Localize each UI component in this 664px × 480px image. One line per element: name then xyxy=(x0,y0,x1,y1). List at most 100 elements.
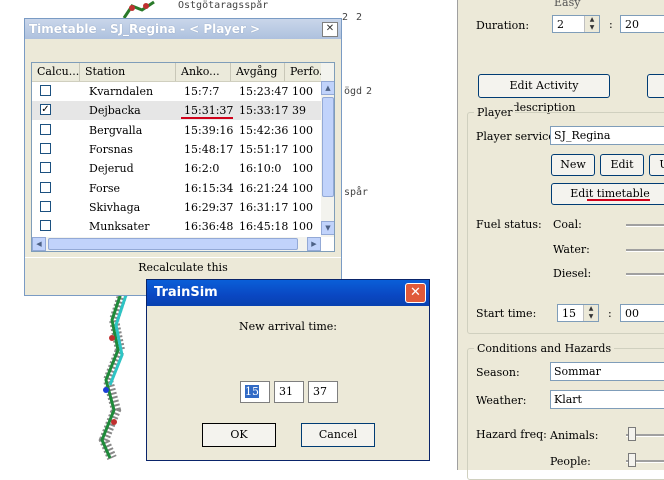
player-service-field[interactable]: SJ_Regina xyxy=(550,126,664,145)
station-cell: Forsnas xyxy=(89,142,133,156)
player-service-label: Player service: xyxy=(476,130,559,143)
duration-hours-stepper[interactable]: 2 ▲ ▼ xyxy=(552,15,600,33)
vertical-scrollbar[interactable]: ▲ ▼ xyxy=(321,63,334,237)
diesel-slider[interactable] xyxy=(626,273,664,276)
scroll-left-icon[interactable]: ◀ xyxy=(32,237,46,251)
station-cell: Bergvalla xyxy=(89,123,143,137)
calculate-checkbox[interactable] xyxy=(40,123,51,135)
coal-slider[interactable] xyxy=(626,224,664,227)
calculate-checkbox[interactable] xyxy=(40,162,51,174)
table-row[interactable]: Forse 16:15:34 16:21:24 100 xyxy=(32,179,322,198)
up-arrow-icon[interactable]: ▲ xyxy=(585,16,599,24)
column-header-calc[interactable]: Calcu... xyxy=(32,63,80,81)
down-arrow-icon[interactable]: ▼ xyxy=(584,313,598,321)
map-label: 2 xyxy=(342,12,349,23)
up-arrow-icon[interactable]: ▲ xyxy=(584,305,598,313)
hours-input[interactable]: 15 xyxy=(240,381,270,403)
edit-button[interactable]: Edit xyxy=(600,154,644,176)
start-hours-stepper[interactable]: 15 ▲ ▼ xyxy=(557,304,599,322)
calculate-checkbox[interactable] xyxy=(40,181,51,193)
calculate-checkbox[interactable] xyxy=(40,200,51,212)
animals-slider-thumb[interactable] xyxy=(628,427,636,441)
departure-cell: 15:33:17 xyxy=(239,104,289,118)
table-row[interactable]: ✓ Dejbacka 15:31:37 15:33:17 39 xyxy=(32,101,322,121)
arrival-cell: 15:48:17 xyxy=(184,142,234,156)
difficulty-value: Easy xyxy=(554,0,581,9)
close-icon[interactable]: ✕ xyxy=(322,22,338,37)
start-minutes-value: 00 xyxy=(625,307,639,320)
edit-timetable-button[interactable]: Edit timetable xyxy=(551,183,664,205)
table-row[interactable]: Skivhaga 16:29:37 16:31:17 100 xyxy=(32,198,322,217)
arrival-cell: 16:15:34 xyxy=(184,181,234,195)
departure-cell: 16:31:17 xyxy=(239,200,289,214)
duration-hours-value: 2 xyxy=(557,18,564,31)
departure-cell: 15:42:36 xyxy=(239,123,289,137)
u-button[interactable]: U xyxy=(649,154,664,176)
timetable-header: Calcu... Station Anko... Avgång Perfo... xyxy=(32,63,322,82)
performance-cell: 100 xyxy=(292,220,313,234)
start-minutes-stepper[interactable]: 00 xyxy=(620,304,664,322)
station-cell: Skivhaga xyxy=(89,200,141,214)
cancel-button[interactable]: Cancel xyxy=(301,423,375,447)
people-slider-thumb[interactable] xyxy=(628,453,636,467)
duration-label: Duration: xyxy=(476,19,530,32)
stepper-arrows[interactable]: ▲ ▼ xyxy=(583,305,598,321)
extra-button[interactable] xyxy=(647,74,664,98)
column-header-station[interactable]: Station xyxy=(80,63,176,81)
weather-select[interactable]: Klart xyxy=(550,390,664,409)
scroll-up-icon[interactable]: ▲ xyxy=(321,81,334,95)
dialog-message: New arrival time: xyxy=(238,320,337,333)
table-row[interactable]: Bergvalla 15:39:16 15:42:36 100 xyxy=(32,121,322,140)
timetable-title: Timetable - SJ_Regina - < Player > xyxy=(29,22,261,36)
column-header-arrival[interactable]: Anko... xyxy=(176,63,231,81)
calculate-checkbox[interactable] xyxy=(40,142,51,154)
departure-cell: 15:23:47 xyxy=(239,85,289,98)
water-slider[interactable] xyxy=(626,249,664,252)
start-hours-value: 15 xyxy=(562,307,576,320)
scroll-down-icon[interactable]: ▼ xyxy=(321,221,334,235)
map-label: ögd xyxy=(344,86,363,97)
arrival-cell: 15:31:37 xyxy=(184,104,234,118)
down-arrow-icon[interactable]: ▼ xyxy=(585,24,599,32)
player-group-title: Player xyxy=(474,106,516,119)
highlight-underline xyxy=(587,199,650,201)
table-row[interactable]: Munksater 16:36:48 16:45:18 100 xyxy=(32,217,322,236)
horizontal-scroll-thumb[interactable] xyxy=(48,238,298,250)
calculate-checkbox[interactable] xyxy=(40,85,51,96)
horizontal-scrollbar[interactable]: ◀ ▶ xyxy=(32,237,321,251)
vertical-scroll-thumb[interactable] xyxy=(322,97,334,197)
departure-cell: 16:21:24 xyxy=(239,181,289,195)
map-label: 2 xyxy=(356,12,363,23)
calculate-checkbox[interactable]: ✓ xyxy=(40,104,51,116)
minutes-input[interactable]: 31 xyxy=(274,381,304,403)
timetable-list[interactable]: Calcu... Station Anko... Avgång Perfo...… xyxy=(31,62,335,252)
map-label: 2 xyxy=(366,86,373,97)
station-cell: Kvarndalen xyxy=(89,85,154,98)
coal-label: Coal: xyxy=(553,218,582,231)
stepper-arrows[interactable]: ▲ ▼ xyxy=(584,16,599,32)
arrival-cell: 15:7:7 xyxy=(184,85,220,98)
timetable-titlebar[interactable]: Timetable - SJ_Regina - < Player > ✕ xyxy=(25,19,341,39)
dialog-title: TrainSim xyxy=(154,285,218,300)
edit-activity-description-button[interactable]: Edit Activity description xyxy=(478,74,610,114)
scroll-right-icon[interactable]: ▶ xyxy=(307,237,321,251)
ok-button[interactable]: OK xyxy=(202,423,276,447)
new-button[interactable]: New xyxy=(551,154,595,176)
column-header-performance[interactable]: Perfo... xyxy=(285,63,322,81)
calculate-checkbox[interactable] xyxy=(40,220,51,232)
water-label: Water: xyxy=(553,243,590,256)
table-row[interactable]: Kvarndalen 15:7:7 15:23:47 100 xyxy=(32,82,322,101)
duration-minutes-value: 20 xyxy=(625,18,639,31)
close-icon[interactable]: ✕ xyxy=(405,283,426,303)
table-row[interactable]: Dejerud 16:2:0 16:10:0 100 xyxy=(32,159,322,178)
column-header-departure[interactable]: Avgång xyxy=(231,63,285,81)
recalculate-button[interactable]: Recalculate this xyxy=(25,257,341,278)
dialog-titlebar[interactable]: TrainSim ✕ xyxy=(147,280,429,306)
table-row[interactable]: Forsnas 15:48:17 15:51:17 100 xyxy=(32,140,322,159)
highlight-underline xyxy=(181,117,233,120)
season-select[interactable]: Sommar xyxy=(550,362,664,381)
duration-minutes-stepper[interactable]: 20 xyxy=(620,15,664,33)
seconds-input[interactable]: 37 xyxy=(308,381,338,403)
conditions-group-title: Conditions and Hazards xyxy=(474,342,615,355)
diesel-label: Diesel: xyxy=(553,267,592,280)
